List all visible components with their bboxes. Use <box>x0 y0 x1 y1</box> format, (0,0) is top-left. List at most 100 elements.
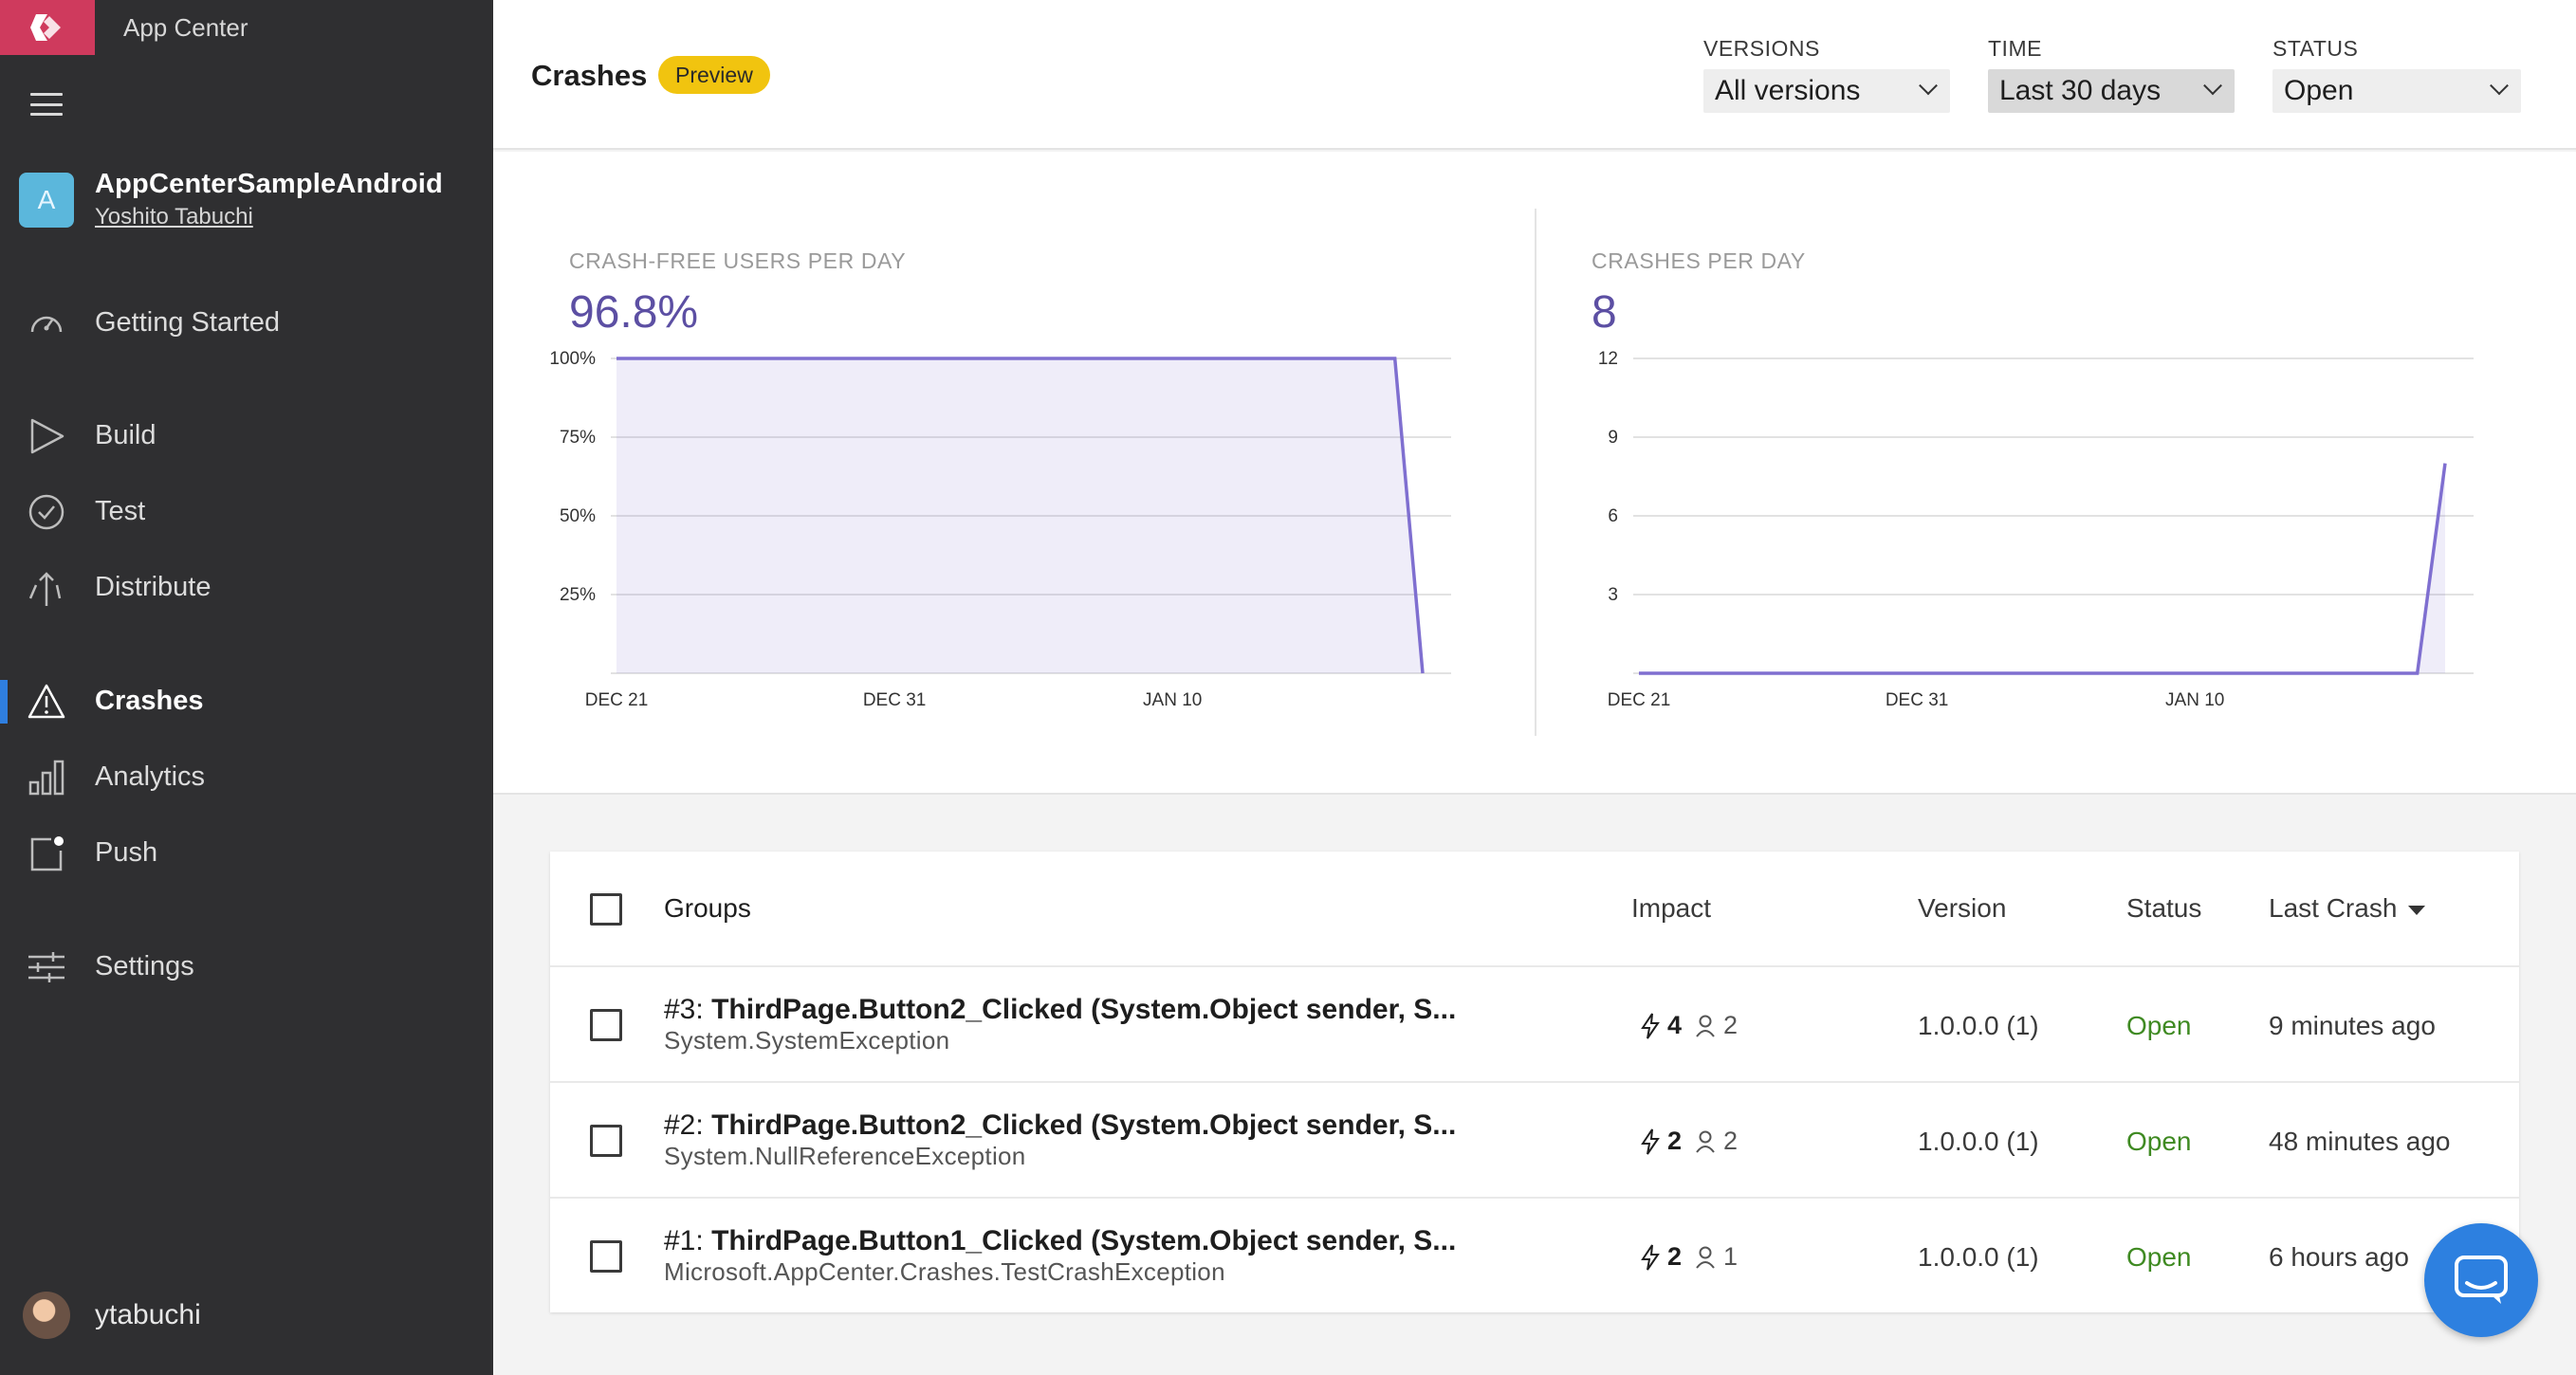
sidebar-item-label: Test <box>95 495 146 526</box>
crash-free-users-plot: 100% 75% 50% 25% DEC 21 DEC 31 JAN 10 <box>549 349 1451 710</box>
table-row[interactable]: #2: ThirdPage.Button2_Clicked (System.Ob… <box>550 1083 2519 1199</box>
sidebar-item-label: Build <box>95 419 156 450</box>
preview-badge: Preview <box>658 56 770 94</box>
versions-dropdown[interactable]: All versions <box>1703 69 1950 113</box>
column-header-groups: Groups <box>664 893 751 923</box>
version-cell: 1.0.0.0 (1) <box>1918 1011 2039 1040</box>
page-title: Crashes <box>531 59 648 92</box>
sidebar-item-getting-started[interactable]: Getting Started <box>0 294 493 351</box>
sort-descending-icon <box>2408 905 2426 915</box>
app-owner-link[interactable]: Yoshito Tabuchi <box>95 204 443 230</box>
status-filter-label: STATUS <box>2272 36 2359 61</box>
sidebar-item-settings[interactable]: Settings <box>0 938 493 995</box>
app-center-logo-icon[interactable] <box>0 0 95 55</box>
lightning-icon <box>1641 1243 1660 1271</box>
time-dropdown-value: Last 30 days <box>1999 75 2162 106</box>
bar-chart-icon <box>28 760 64 796</box>
user-icon <box>1696 1015 1715 1037</box>
sidebar-item-label: Crashes <box>95 685 204 716</box>
time-filter: TIME Last 30 days <box>1988 36 2235 113</box>
table-row[interactable]: #1: ThirdPage.Button1_Clicked (System.Ob… <box>550 1199 2519 1314</box>
row-checkbox[interactable] <box>590 1240 622 1273</box>
crash-group-method: ThirdPage.Button1_Clicked (System.Object… <box>711 1225 1457 1256</box>
crash-group-exception: Microsoft.AppCenter.Crashes.TestCrashExc… <box>664 1257 1225 1286</box>
crash-groups-table: Groups Impact Version Status Last Crash … <box>550 852 2519 1312</box>
sidebar-item-label: Settings <box>95 950 194 981</box>
table-row[interactable]: #3: ThirdPage.Button2_Clicked (System.Ob… <box>550 967 2519 1083</box>
versions-filter: VERSIONS All versions <box>1703 36 1950 113</box>
sidebar-item-distribute[interactable]: Distribute <box>0 559 493 615</box>
crash-count: 2 <box>1667 1242 1683 1271</box>
sidebar-item-push[interactable]: Push <box>0 824 493 881</box>
distribute-arrows-icon <box>28 572 62 606</box>
crashes-per-day-plot: 12 9 6 3 DEC 21 DEC 31 JAN 10 <box>1598 349 2474 710</box>
sidebar: App Center A AppCenterSampleAndroid Yosh… <box>0 0 493 1375</box>
last-crash-cell: 9 minutes ago <box>2269 1011 2436 1040</box>
sidebar-item-label: Getting Started <box>95 306 281 338</box>
status-cell: Open <box>2126 1127 2192 1156</box>
crash-group-method: ThirdPage.Button2_Clicked (System.Object… <box>711 994 1457 1025</box>
column-header-version[interactable]: Version <box>1918 893 2006 924</box>
crash-group-exception: System.SystemException <box>664 1026 950 1054</box>
last-crash-cell: 48 minutes ago <box>2269 1127 2451 1156</box>
sidebar-item-build[interactable]: Build <box>0 407 493 464</box>
user-name: ytabuchi <box>95 1299 201 1330</box>
crash-group-id: #2: <box>664 1109 704 1141</box>
y-tick-label: 50% <box>560 506 596 526</box>
crash-group-title[interactable]: #2: ThirdPage.Button2_Clicked (System.Ob… <box>664 1109 1456 1142</box>
chart-title: CRASH-FREE USERS PER DAY <box>569 248 907 273</box>
x-tick-label: DEC 31 <box>1886 690 1949 710</box>
sidebar-item-analytics[interactable]: Analytics <box>0 748 493 805</box>
chat-bubble-icon <box>2455 1256 2508 1304</box>
y-tick-label: 25% <box>560 585 596 605</box>
impact-cell: 4 2 <box>1639 1011 1738 1040</box>
chart-divider <box>1535 209 1536 736</box>
crash-group-title[interactable]: #1: ThirdPage.Button1_Clicked (System.Ob… <box>664 1225 1456 1257</box>
column-header-last-crash[interactable]: Last Crash <box>2269 893 2426 924</box>
crash-group-title[interactable]: #3: ThirdPage.Button2_Clicked (System.Ob… <box>664 994 1456 1026</box>
time-dropdown[interactable]: Last 30 days <box>1988 69 2235 113</box>
column-header-last-crash-label: Last Crash <box>2269 893 2398 923</box>
y-tick-label: 12 <box>1598 349 1618 369</box>
sliders-settings-icon <box>28 952 64 982</box>
chat-support-button[interactable] <box>2424 1223 2538 1337</box>
row-checkbox[interactable] <box>590 1009 622 1041</box>
status-dropdown[interactable]: Open <box>2272 69 2521 113</box>
page-header: Crashes Preview VERSIONS All versions TI… <box>493 0 2576 150</box>
y-tick-label: 6 <box>1608 506 1618 526</box>
crash-group-exception: System.NullReferenceException <box>664 1142 1026 1170</box>
hamburger-menu-icon[interactable] <box>30 93 63 116</box>
user-count: 1 <box>1723 1242 1739 1271</box>
x-tick-label: DEC 31 <box>863 690 927 710</box>
sidebar-item-crashes[interactable]: Crashes <box>0 672 493 729</box>
x-tick-label: DEC 21 <box>1608 690 1671 710</box>
x-tick-label: DEC 21 <box>585 690 649 710</box>
sidebar-item-label: Distribute <box>95 571 212 602</box>
crash-group-method: ThirdPage.Button2_Clicked (System.Object… <box>711 1109 1457 1141</box>
status-dropdown-value: Open <box>2284 75 2354 106</box>
y-tick-label: 9 <box>1608 428 1618 448</box>
versions-filter-label: VERSIONS <box>1703 36 1820 61</box>
chart-headline-value: 8 <box>1592 287 1617 338</box>
version-cell: 1.0.0.0 (1) <box>1918 1242 2039 1272</box>
column-header-status[interactable]: Status <box>2126 893 2201 924</box>
user-count: 2 <box>1723 1127 1739 1155</box>
chevron-down-icon <box>2490 76 2509 96</box>
sidebar-item-test[interactable]: Test <box>0 483 493 540</box>
app-avatar: A <box>19 172 74 228</box>
x-tick-label: JAN 10 <box>2165 690 2224 710</box>
select-all-checkbox[interactable] <box>590 893 622 926</box>
warning-triangle-icon <box>28 684 65 719</box>
user-profile[interactable]: ytabuchi <box>23 1292 201 1339</box>
app-selector[interactable]: A AppCenterSampleAndroid Yoshito Tabuchi <box>19 169 443 230</box>
crash-group-id: #1: <box>664 1225 704 1256</box>
status-filter: STATUS Open <box>2272 36 2521 113</box>
column-header-impact[interactable]: Impact <box>1631 893 1711 924</box>
crash-count: 2 <box>1667 1127 1683 1155</box>
user-icon <box>1696 1246 1715 1269</box>
chevron-down-icon <box>2203 76 2222 96</box>
x-tick-label: JAN 10 <box>1143 690 1202 710</box>
row-checkbox[interactable] <box>590 1125 622 1157</box>
play-triangle-icon <box>30 418 64 454</box>
lightning-icon <box>1641 1012 1660 1039</box>
